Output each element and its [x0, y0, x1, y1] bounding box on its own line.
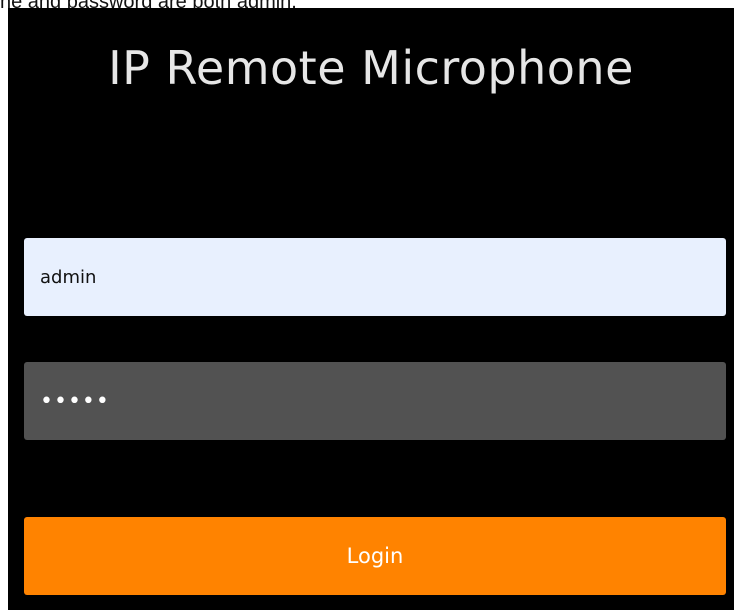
login-panel: IP Remote Microphone Login — [8, 8, 734, 610]
login-button[interactable]: Login — [24, 517, 726, 595]
app-title: IP Remote Microphone — [108, 41, 634, 95]
username-input[interactable] — [24, 238, 726, 316]
password-input[interactable] — [24, 362, 726, 440]
